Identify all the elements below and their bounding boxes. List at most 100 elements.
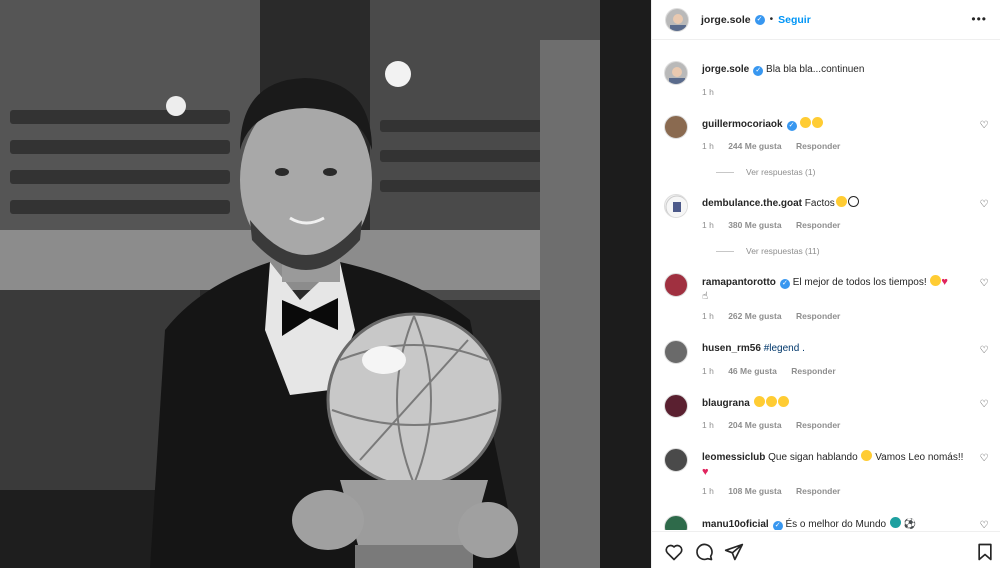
verified-icon: ✓	[772, 521, 783, 530]
commenter-avatar[interactable]	[664, 340, 688, 364]
reply-button[interactable]: Responder	[796, 141, 840, 151]
verified-icon: ✓	[786, 121, 797, 131]
comment-meta: 1 h 262 Me gusta Responder	[702, 311, 852, 321]
commenter-avatar[interactable]	[664, 448, 688, 472]
comments-feed[interactable]: jorge.sole ✓ Bla bla bla...continuen 1 h …	[652, 41, 1000, 530]
view-replies-label[interactable]: Ver respuestas (1)	[746, 167, 815, 177]
reply-button[interactable]: Responder	[796, 220, 840, 230]
bookmark-icon[interactable]	[975, 542, 995, 562]
comment-username[interactable]: manu10oficial	[702, 519, 769, 530]
eyes-emoji-icon	[847, 196, 859, 207]
comment-meta: 1 h 380 Me gusta Responder	[702, 220, 852, 230]
view-replies-button[interactable]: Ver respuestas (1)	[716, 167, 815, 177]
verified-icon: ✓	[754, 14, 765, 25]
share-icon[interactable]	[724, 542, 744, 562]
red-heart-emoji-icon: ♥	[702, 466, 709, 478]
heart-icon[interactable]	[664, 542, 684, 562]
more-options-icon[interactable]: •••	[971, 12, 987, 26]
reply-button[interactable]: Responder	[791, 366, 835, 376]
commenter-avatar[interactable]	[664, 515, 688, 530]
author-avatar[interactable]	[665, 7, 689, 32]
comment-username[interactable]: blaugrana	[702, 398, 750, 409]
comment-item: dembulance.the.goat Factos ♡ 1 h 380 Me …	[664, 194, 989, 260]
comment-heart-icon[interactable]: ♡	[979, 121, 989, 131]
comment-heart-icon[interactable]: ♡	[979, 454, 989, 464]
comment-time: 1 h	[702, 141, 714, 151]
comment-hashtag[interactable]: #legend .	[764, 343, 805, 354]
comment-username[interactable]: dembulance.the.goat	[702, 198, 802, 209]
comment-likes[interactable]: 108 Me gusta	[728, 486, 781, 496]
comment-icon[interactable]	[694, 542, 714, 562]
comment-heart-icon[interactable]: ♡	[979, 400, 989, 410]
comment-username[interactable]: leomessiclub	[702, 452, 765, 463]
comment-likes[interactable]: 204 Me gusta	[728, 420, 781, 430]
commenter-avatar[interactable]	[664, 194, 688, 218]
comment-meta: 1 h 46 Me gusta Responder	[702, 366, 848, 376]
caption-meta: 1 h	[702, 87, 726, 97]
comment-username[interactable]: ramapantorotto	[702, 277, 776, 288]
comment-body: És o melhor do Mundo	[785, 519, 887, 530]
comment-item: ramapantorotto ✓ El mejor de todos los ti…	[664, 273, 989, 325]
comment-text: manu10oficial ✓ És o melhor do Mundo ⚽	[702, 517, 972, 530]
view-replies-label[interactable]: Ver respuestas (11)	[746, 246, 820, 256]
reply-button[interactable]: Responder	[796, 311, 840, 321]
replies-line	[716, 250, 734, 252]
comment-text: leomessiclub Que sigan hablando Vamos Le…	[702, 450, 972, 480]
comment-time: 1 h	[702, 366, 714, 376]
emoji-icon	[765, 396, 777, 407]
comment-username[interactable]: guillermocoriaok	[702, 119, 783, 130]
comment-body: El mejor de todos los tiempos!	[792, 277, 927, 288]
comment-heart-icon[interactable]: ♡	[979, 346, 989, 356]
globe-emoji-icon	[889, 517, 901, 528]
follow-button[interactable]: Seguir	[778, 14, 811, 26]
comment-username[interactable]: husen_rm56	[702, 343, 761, 354]
commenter-avatar[interactable]	[664, 273, 688, 297]
comment-heart-icon[interactable]: ♡	[979, 200, 989, 210]
comment-item: leomessiclub Que sigan hablando Vamos Le…	[664, 448, 989, 500]
post-actions-bar	[652, 531, 1000, 568]
comment-body-2: Vamos Leo nomás!!	[875, 452, 964, 463]
comment-item: guillermocoriaok ✓ ♡ 1 h 244 Me gusta Res…	[664, 115, 989, 181]
comment-heart-icon[interactable]: ♡	[979, 279, 989, 289]
emoji-icon	[800, 117, 812, 128]
post-photo[interactable]	[0, 0, 651, 568]
emoji-icon	[930, 275, 942, 286]
comment-item: manu10oficial ✓ És o melhor do Mundo ⚽ ♡	[664, 515, 989, 530]
comment-time: 1 h	[702, 486, 714, 496]
caption-username[interactable]: jorge.sole	[702, 64, 749, 75]
comment-likes[interactable]: 262 Me gusta	[728, 311, 781, 321]
emoji-icon	[861, 450, 873, 461]
emoji-icon	[753, 396, 765, 407]
commenter-avatar[interactable]	[664, 394, 688, 418]
verified-icon: ✓	[779, 279, 790, 289]
comment-likes[interactable]: 46 Me gusta	[728, 366, 777, 376]
comment-heart-icon[interactable]: ♡	[979, 521, 989, 531]
comment-text: dembulance.the.goat Factos	[702, 196, 972, 211]
emoji-icon	[812, 117, 824, 128]
comment-time: 1 h	[702, 311, 714, 321]
comment-item: blaugrana ♡ 1 h 204 Me gusta Responder	[664, 394, 989, 434]
reply-button[interactable]: Responder	[796, 486, 840, 496]
post-caption: jorge.sole ✓ Bla bla bla...continuen 1 h	[664, 61, 989, 101]
caption-avatar[interactable]	[664, 61, 688, 85]
comment-time: 1 h	[702, 420, 714, 430]
thumbs-up-emoji-icon	[835, 196, 847, 207]
comment-body: Factos	[804, 198, 835, 209]
author-username[interactable]: jorge.sole	[701, 14, 751, 26]
comment-likes[interactable]: 380 Me gusta	[728, 220, 781, 230]
view-replies-button[interactable]: Ver respuestas (11)	[716, 246, 820, 256]
reply-button[interactable]: Responder	[796, 420, 840, 430]
comment-body: Que sigan hablando	[768, 452, 858, 463]
comment-likes[interactable]: 244 Me gusta	[728, 141, 781, 151]
comment-text: ramapantorotto ✓ El mejor de todos los ti…	[702, 275, 972, 304]
commenter-avatar[interactable]	[664, 115, 688, 139]
comment-meta: 1 h 244 Me gusta Responder	[702, 141, 852, 151]
post-header: jorge.sole ✓ • Seguir •••	[652, 0, 1000, 40]
caption-time: 1 h	[702, 87, 714, 97]
comment-text: guillermocoriaok ✓	[702, 117, 972, 132]
photo-illustration	[0, 0, 651, 568]
post-side-panel: jorge.sole ✓ • Seguir ••• jorge.sole ✓ Bl…	[651, 0, 1000, 568]
caption-body: Bla bla bla...continuen	[766, 64, 865, 75]
comment-item: husen_rm56 #legend . ♡ 1 h 46 Me gusta R…	[664, 340, 989, 380]
soccer-ball-emoji-icon: ⚽	[903, 519, 917, 530]
